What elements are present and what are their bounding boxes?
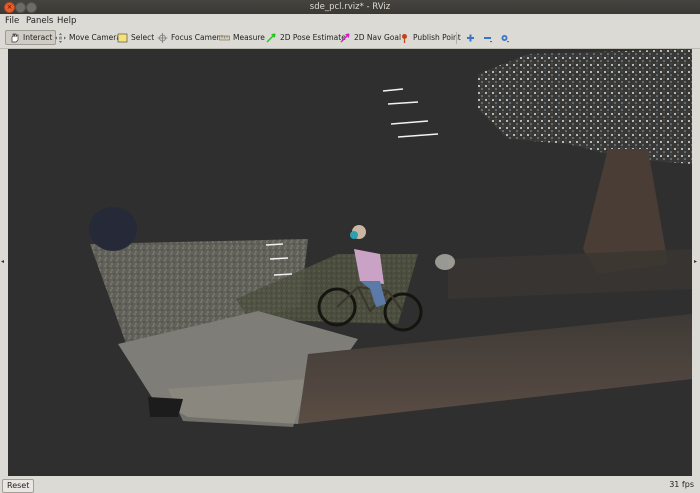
nav-goal-arrow-icon [340,32,350,42]
pose-estimate-tool-button[interactable]: 2D Pose Estimate [263,30,349,45]
pose-estimate-label: 2D Pose Estimate [280,33,346,42]
nav-goal-tool-button[interactable]: 2D Nav Goal [337,30,404,45]
pointcloud-hedge [448,249,692,299]
interact-hand-icon [11,33,19,42]
maximize-window-button[interactable] [26,2,37,13]
right-dock-collapse-handle[interactable]: ▸ [694,258,697,265]
tool-properties-icon [501,34,509,42]
nav-goal-label: 2D Nav Goal [354,33,402,42]
measure-label: Measure [233,33,265,42]
focus-camera-icon [157,32,168,43]
remove-tool-icon [484,36,492,42]
minimize-window-button[interactable] [15,2,26,13]
tool-properties-button[interactable] [496,30,516,45]
measure-icon [219,35,230,40]
statusbar: Reset 31 fps [0,478,700,493]
pointcloud-drain-shadow [148,397,183,417]
toolbar-separator [456,32,457,44]
move-camera-icon [55,32,66,43]
menu-file[interactable]: File [5,16,19,26]
menu-panels[interactable]: Panels [26,16,53,26]
add-tool-icon [467,34,474,41]
tools-toolbar: Interact Move Camera Select Focus Camera… [0,28,700,49]
interact-tool-button[interactable]: Interact [5,30,57,45]
pointcloud-tree-canopy [478,49,692,164]
menu-help[interactable]: Help [57,16,76,26]
close-window-button[interactable]: × [4,2,15,13]
pointcloud-street [298,314,692,424]
left-dock-collapse-handle[interactable]: ◂ [1,258,4,265]
fps-readout: 31 fps [669,480,694,489]
measure-tool-button[interactable]: Measure [216,30,268,45]
pointcloud-small-object [435,254,455,270]
select-label: Select [131,33,155,42]
publish-point-tool-button[interactable]: Publish Point [396,30,464,45]
interact-label: Interact [23,33,53,42]
publish-point-label: Publish Point [413,33,461,42]
3d-render-viewport[interactable] [8,49,692,476]
select-tool-button[interactable]: Select [114,30,157,45]
pose-estimate-arrow-icon [266,32,276,42]
window-title: sde_pcl.rviz* - RViz [309,2,391,12]
close-icon: × [6,3,13,11]
window-titlebar: × sde_pcl.rviz* - RViz [0,0,700,14]
menubar: File Panels Help [0,14,700,28]
publish-point-pin-icon [402,33,407,43]
reset-button[interactable]: Reset [2,479,35,493]
select-icon [117,33,128,42]
point-cloud-scene [89,49,692,427]
pointcloud-shrub [89,207,137,251]
